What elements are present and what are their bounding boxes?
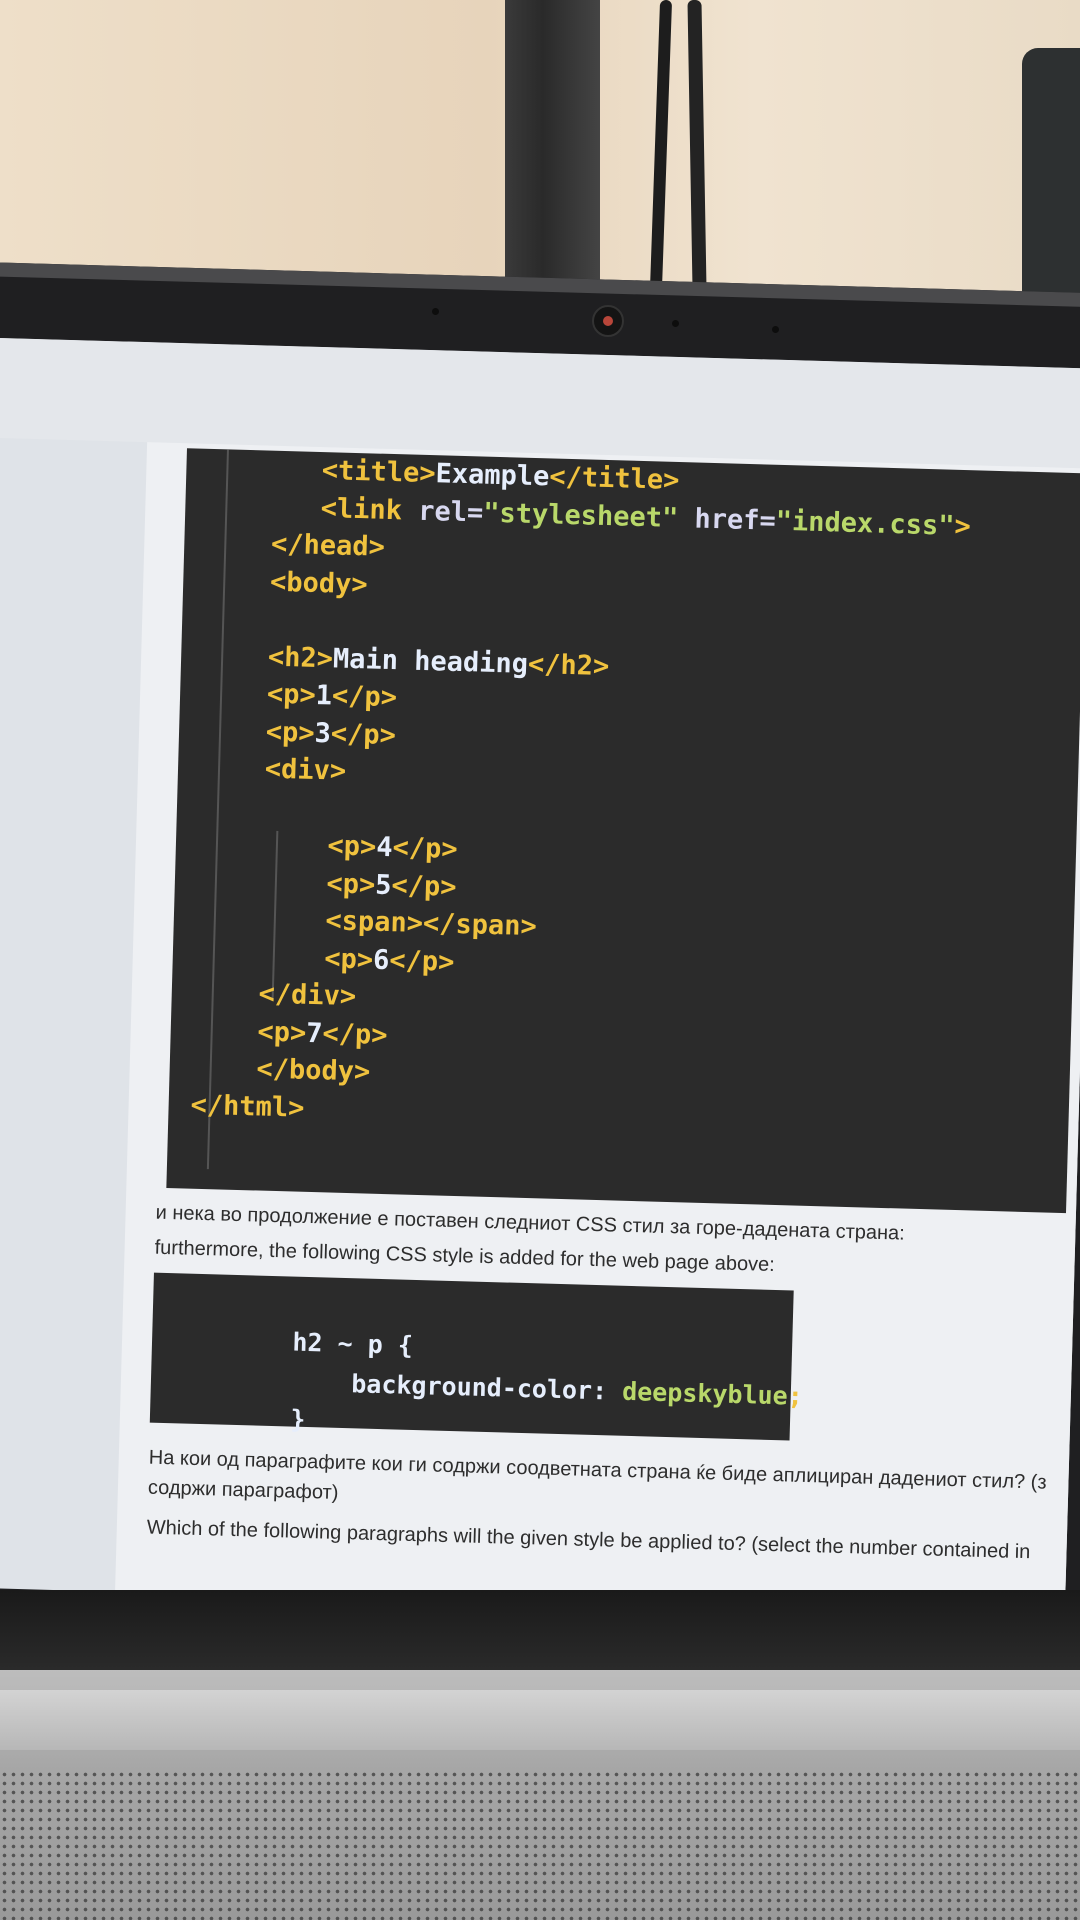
indent-guide <box>206 449 229 1170</box>
code-token: Main heading <box>332 642 529 680</box>
code-line: <link rel="stylesheet" href="index.css"> <box>320 492 971 544</box>
code-token: 6 <box>372 944 390 976</box>
code-token: </p> <box>331 680 398 714</box>
code-line: </head> <box>271 528 386 565</box>
code-line: <div> <box>264 753 346 789</box>
code-token: Example <box>435 458 550 493</box>
code-token: <link <box>320 492 419 527</box>
code-line: </body> <box>256 1052 371 1089</box>
code-token: </p> <box>330 717 397 751</box>
speaker-grille <box>0 1770 1080 1920</box>
laptop-hinge <box>0 1590 1080 1680</box>
code-token: 4 <box>375 831 393 864</box>
css-declaration-line: background-color: deepskyblue; <box>230 1330 805 1448</box>
code-line: <p>1</p> <box>266 678 398 716</box>
code-token: </title> <box>548 461 680 497</box>
code-token: href= <box>677 502 777 537</box>
code-token: <title> <box>321 455 437 490</box>
code-token: <p> <box>266 678 317 711</box>
code-line: </html> <box>190 1088 305 1125</box>
sensor-dot <box>432 308 439 315</box>
code-token: <span></span> <box>325 905 538 943</box>
code-token: <p> <box>327 830 377 863</box>
code-token: "stylesheet" <box>482 497 679 534</box>
code-token: </h2> <box>527 648 610 682</box>
code-token: 3 <box>314 717 332 749</box>
sensor-dot <box>772 326 779 333</box>
code-line: <span></span> <box>325 904 537 944</box>
code-line: <p>5</p> <box>326 867 457 905</box>
code-token: rel= <box>417 495 484 529</box>
indent-guide <box>271 830 279 1001</box>
code-token: 7 <box>305 1017 323 1049</box>
code-token: </html> <box>190 1089 305 1124</box>
webcam-icon <box>592 305 624 337</box>
code-token: </p> <box>322 1017 388 1051</box>
css-close-brace: } <box>289 1404 306 1434</box>
sensor-dot <box>672 320 679 327</box>
deck-edge <box>0 1690 1080 1750</box>
code-line: <p>3</p> <box>265 715 396 753</box>
code-token: <div> <box>264 753 347 787</box>
code-line: <body> <box>270 565 368 602</box>
code-token: </p> <box>391 869 457 903</box>
css-property: background-color: <box>350 1369 608 1406</box>
code-token: </p> <box>388 944 455 978</box>
code-line: <p>4</p> <box>327 829 458 867</box>
code-token: 1 <box>315 679 333 712</box>
code-token: "index.css" <box>775 505 955 542</box>
code-token: </div> <box>258 978 357 1013</box>
code-token: </head> <box>270 528 386 563</box>
page-content: <title>Example</title> <link rel="stylesh… <box>115 442 1080 1619</box>
code-token: <p> <box>326 867 376 901</box>
code-token: 5 <box>374 869 392 901</box>
code-line: <title>Example</title> <box>321 454 679 498</box>
code-token: <h2> <box>267 641 334 674</box>
code-line: <p>7</p> <box>257 1015 388 1053</box>
code-line: </div> <box>258 977 356 1014</box>
css-value: deepskyblue <box>621 1376 789 1411</box>
html-code-block: <title>Example</title> <link rel="stylesh… <box>166 448 1080 1214</box>
code-line: <h2>Main heading</h2> <box>268 640 610 684</box>
laptop-screen: <title>Example</title> <link rel="stylesh… <box>0 338 1080 1619</box>
css-code-block: h2 ~ p { background-color: deepskyblue; … <box>149 1272 803 1441</box>
code-token: <p> <box>265 716 316 749</box>
css-semicolon: ; <box>787 1381 804 1411</box>
code-token: > <box>954 510 972 542</box>
code-token: </p> <box>392 832 459 865</box>
code-token: <p> <box>257 1015 307 1049</box>
background-object <box>1022 48 1080 328</box>
code-token: <p> <box>323 942 374 976</box>
monitor-stand <box>505 0 600 285</box>
code-token: </body> <box>256 1053 371 1088</box>
code-line: <p>6</p> <box>324 942 455 980</box>
code-token: <body> <box>269 566 369 600</box>
